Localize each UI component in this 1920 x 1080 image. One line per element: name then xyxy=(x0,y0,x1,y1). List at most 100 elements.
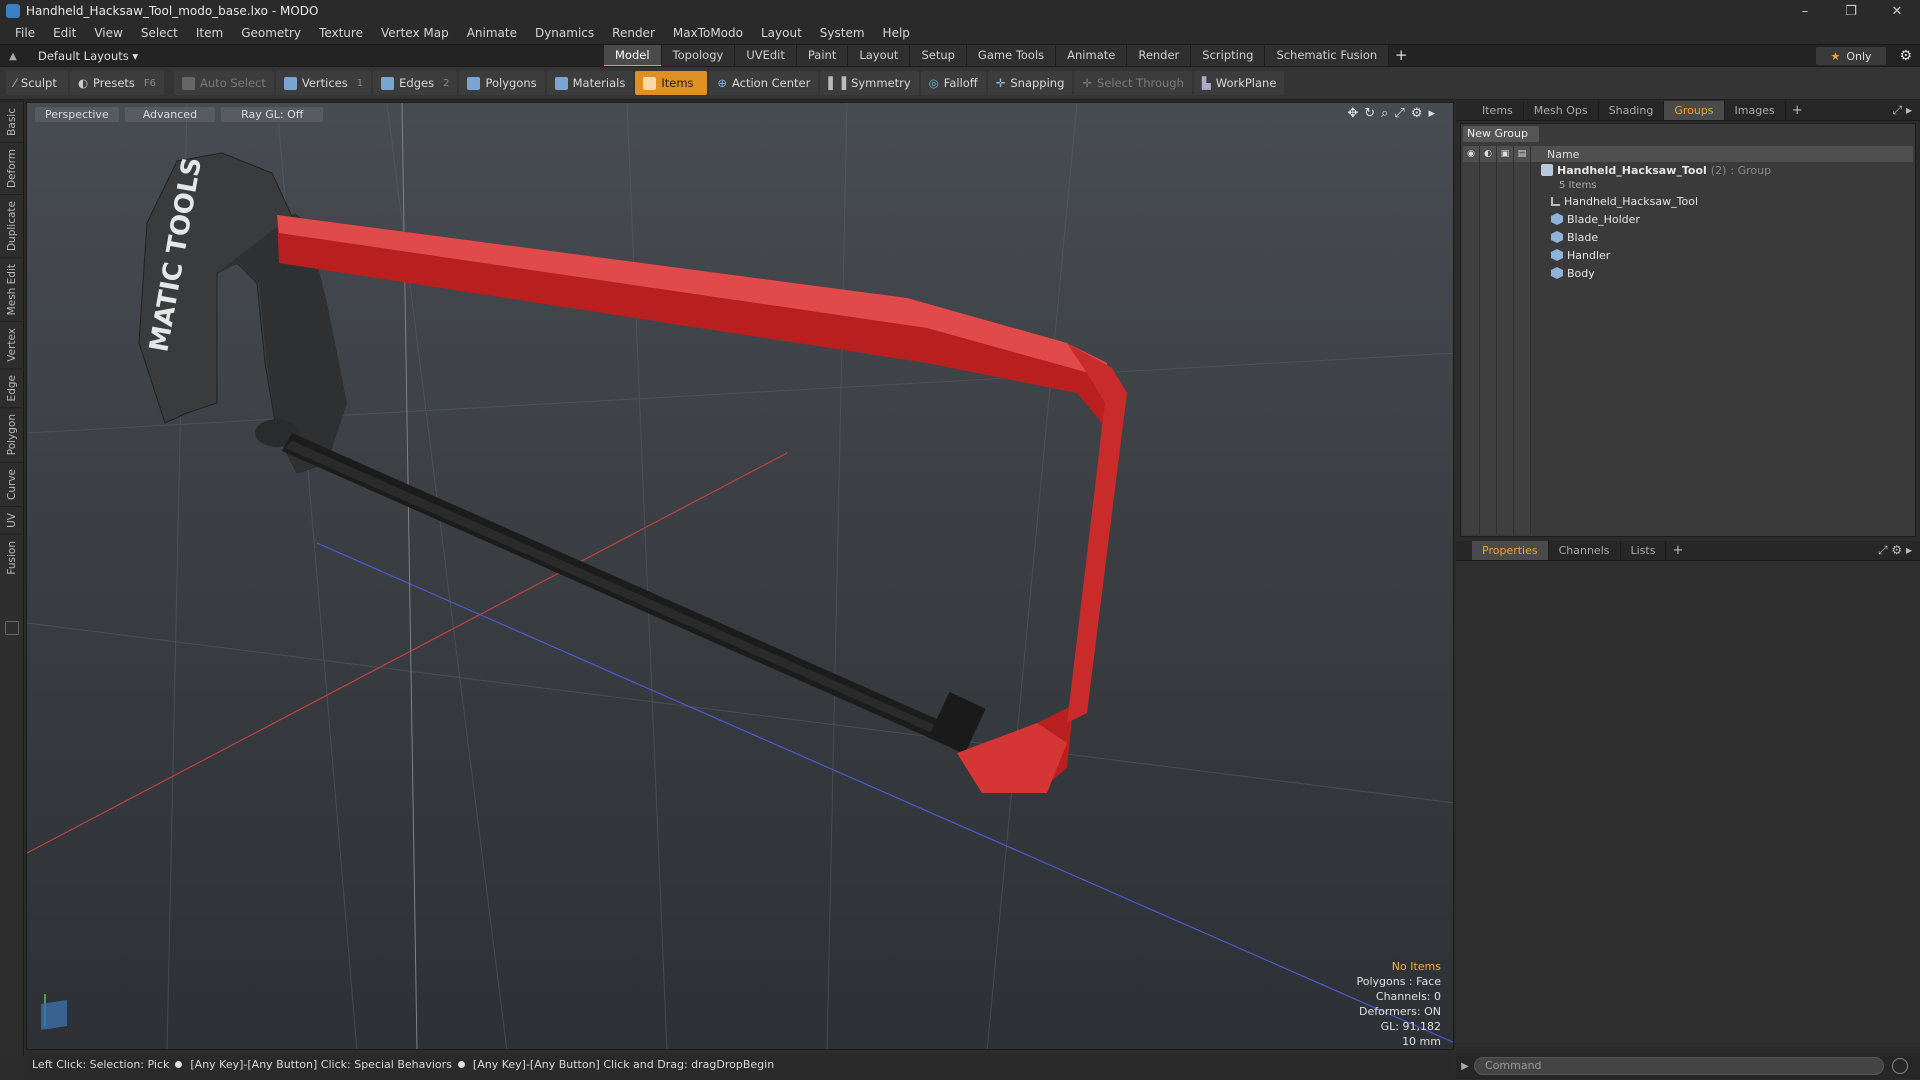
vertices-button[interactable]: Vertices 1 xyxy=(275,71,372,95)
tab-scripting[interactable]: Scripting xyxy=(1191,45,1266,67)
action-center-button[interactable]: ⊕ Action Center xyxy=(709,71,819,95)
tab-paint[interactable]: Paint xyxy=(796,45,849,67)
tab-animate[interactable]: Animate xyxy=(1056,45,1128,67)
tab-schematic-fusion[interactable]: Schematic Fusion xyxy=(1265,45,1390,67)
layout-selector[interactable]: Default Layouts ▾ xyxy=(26,49,138,63)
only-button[interactable]: ★ Only xyxy=(1816,47,1886,65)
viewport-menu-icon[interactable]: ▸ xyxy=(1428,106,1435,121)
tab-topology[interactable]: Topology xyxy=(661,45,736,67)
menu-edit[interactable]: Edit xyxy=(44,22,85,44)
menu-select[interactable]: Select xyxy=(132,22,187,44)
command-input[interactable]: Command xyxy=(1474,1057,1884,1075)
add-panel-tab-button[interactable]: + xyxy=(1666,541,1689,560)
tab-lists[interactable]: Lists xyxy=(1621,541,1667,560)
vtab-basic[interactable]: Basic xyxy=(0,101,24,142)
sculpt-button[interactable]: ⁄ Sculpt xyxy=(6,71,68,95)
menu-animate[interactable]: Animate xyxy=(458,22,526,44)
command-run-icon[interactable] xyxy=(1892,1058,1908,1074)
restore-button[interactable]: ❐ xyxy=(1828,0,1874,22)
name-column-header[interactable]: Name xyxy=(1547,148,1579,161)
rotate-icon[interactable]: ↻ xyxy=(1364,106,1375,121)
presets-label: Presets xyxy=(93,76,135,90)
presets-button[interactable]: ◐ Presets F6 xyxy=(70,71,165,95)
tab-layout[interactable]: Layout xyxy=(848,45,911,67)
tab-channels[interactable]: Channels xyxy=(1549,541,1621,560)
vtab-edge[interactable]: Edge xyxy=(0,367,24,408)
close-button[interactable]: ✕ xyxy=(1874,0,1920,22)
select-through-button[interactable]: ✛ Select Through xyxy=(1074,71,1192,95)
list-item[interactable]: Blade xyxy=(1541,228,1913,246)
menu-item[interactable]: Item xyxy=(187,22,232,44)
list-item[interactable]: Handheld_Hacksaw_Tool xyxy=(1541,192,1913,210)
vtab-deform[interactable]: Deform xyxy=(0,141,24,194)
vtab-fusion[interactable]: Fusion xyxy=(0,533,24,581)
viewport-settings-icon[interactable]: ⚙ xyxy=(1411,106,1423,121)
tab-game-tools[interactable]: Game Tools xyxy=(966,45,1057,67)
add-panel-tab-button[interactable]: + xyxy=(1786,101,1809,120)
eye-icon[interactable]: ◉ xyxy=(1463,146,1480,162)
add-tab-button[interactable]: + xyxy=(1389,45,1413,67)
auto-select-button[interactable]: Auto Select xyxy=(174,71,274,95)
menu-dynamics[interactable]: Dynamics xyxy=(526,22,603,44)
menu-help[interactable]: Help xyxy=(874,22,919,44)
vtab-polygon[interactable]: Polygon xyxy=(0,407,24,462)
list-item[interactable]: Handler xyxy=(1541,246,1913,264)
menu-view[interactable]: View xyxy=(85,22,131,44)
command-history-icon[interactable]: ▶ xyxy=(1456,1061,1474,1072)
zoom-icon[interactable]: ⌕ xyxy=(1381,106,1388,121)
vtab-curve[interactable]: Curve xyxy=(0,461,24,506)
materials-button[interactable]: Materials xyxy=(546,71,634,95)
tab-mesh-ops[interactable]: Mesh Ops xyxy=(1524,101,1599,120)
vtab-mesh-edit[interactable]: Mesh Edit xyxy=(0,256,24,322)
menu-vertex-map[interactable]: Vertex Map xyxy=(372,22,458,44)
tab-render[interactable]: Render xyxy=(1127,45,1192,67)
menu-maxtomodo[interactable]: MaxToModo xyxy=(664,22,752,44)
tab-properties[interactable]: Properties xyxy=(1472,541,1549,560)
menu-layout[interactable]: Layout xyxy=(752,22,811,44)
workplane-button[interactable]: ▙ WorkPlane xyxy=(1193,71,1285,95)
new-group-button[interactable]: New Group xyxy=(1463,126,1539,142)
vtab-duplicate[interactable]: Duplicate xyxy=(0,193,24,257)
raygl-button[interactable]: Ray GL: Off xyxy=(221,107,324,122)
select-icon[interactable]: ▤ xyxy=(1514,146,1531,162)
menu-file[interactable]: File xyxy=(6,22,44,44)
layout-up-icon[interactable]: ▲ xyxy=(0,51,26,62)
items-label: Items xyxy=(661,76,694,90)
expand-panel-icon[interactable]: ⤢ ⚙ ▸ xyxy=(1878,543,1912,558)
minimize-button[interactable]: – xyxy=(1782,0,1828,22)
tab-images[interactable]: Images xyxy=(1725,101,1786,120)
items-button[interactable]: Items xyxy=(635,71,708,95)
group-row[interactable]: Handheld_Hacksaw_Tool (2) : Group xyxy=(1541,162,1913,178)
vtab-uv[interactable]: UV xyxy=(0,505,24,534)
menu-system[interactable]: System xyxy=(811,22,874,44)
group-subtitle: 5 Items xyxy=(1541,178,1913,192)
vtab-vertex[interactable]: Vertex xyxy=(0,321,24,368)
menu-texture[interactable]: Texture xyxy=(310,22,372,44)
tab-items[interactable]: Items xyxy=(1472,101,1524,120)
render-icon[interactable]: ◐ xyxy=(1480,146,1497,162)
tab-shading[interactable]: Shading xyxy=(1599,101,1665,120)
tab-uvedit[interactable]: UVEdit xyxy=(735,45,797,67)
tab-setup[interactable]: Setup xyxy=(910,45,967,67)
view-mode-button[interactable]: Perspective xyxy=(35,107,119,122)
tab-groups[interactable]: Groups xyxy=(1664,101,1725,120)
tab-model[interactable]: Model xyxy=(604,45,662,67)
list-item[interactable]: Blade_Holder xyxy=(1541,210,1913,228)
menu-geometry[interactable]: Geometry xyxy=(232,22,310,44)
expand-panel-icon[interactable]: ⤢ ▸ xyxy=(1893,103,1912,118)
pan-icon[interactable]: ✥ xyxy=(1347,106,1358,121)
edges-button[interactable]: Edges 2 xyxy=(373,71,458,95)
menu-render[interactable]: Render xyxy=(603,22,664,44)
polygons-button[interactable]: Polygons xyxy=(459,71,545,95)
right-panel: Items Mesh Ops Shading Groups Images + ⤢… xyxy=(1456,101,1920,1080)
symmetry-button[interactable]: ▌▐ Symmetry xyxy=(820,71,919,95)
fit-icon[interactable]: ⤢ xyxy=(1394,106,1404,121)
falloff-button[interactable]: ◎ Falloff xyxy=(920,71,986,95)
lock-icon[interactable]: ▣ xyxy=(1497,146,1514,162)
list-item[interactable]: Body xyxy=(1541,264,1913,282)
gear-icon[interactable]: ⚙ xyxy=(1899,48,1912,64)
shading-mode-button[interactable]: Advanced xyxy=(124,107,216,122)
palette-toggle-icon[interactable] xyxy=(5,621,19,635)
3d-viewport[interactable]: Perspective Advanced Ray GL: Off ✥ ↻ ⌕ ⤢… xyxy=(26,102,1454,1050)
snapping-button[interactable]: ✛ Snapping xyxy=(987,71,1073,95)
